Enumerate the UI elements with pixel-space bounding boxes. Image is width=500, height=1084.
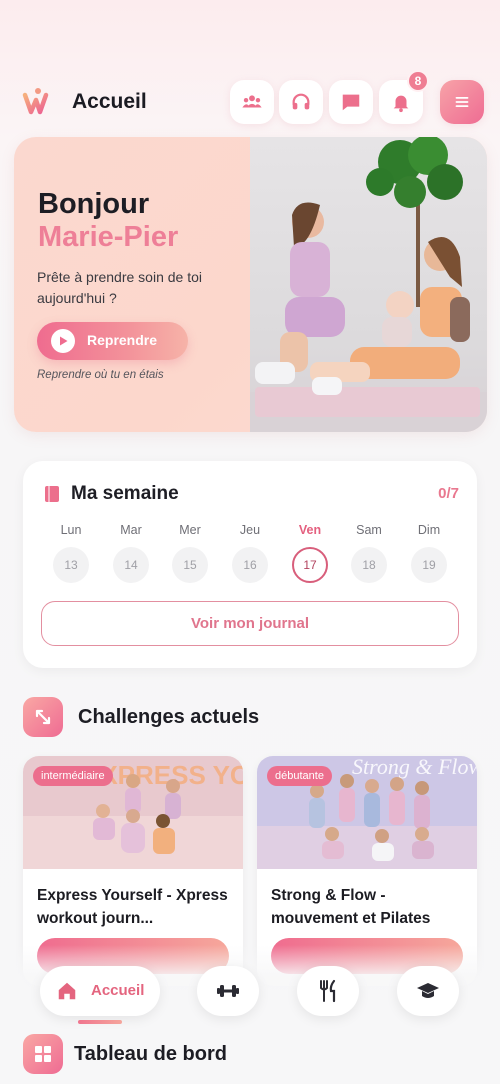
community-button[interactable] <box>230 80 274 124</box>
view-journal-button[interactable]: Voir mon journal <box>41 601 459 646</box>
bell-icon <box>393 95 409 113</box>
nav-nutrition-tab[interactable] <box>297 966 359 1016</box>
hero-note: Reprendre où tu en étais <box>37 369 164 381</box>
day-number: 14 <box>113 547 149 583</box>
day-saturday[interactable]: Sam 18 <box>349 523 389 583</box>
day-tuesday[interactable]: Mar 14 <box>111 523 151 583</box>
day-name: Jeu <box>239 523 261 537</box>
day-number: 16 <box>232 547 268 583</box>
menu-icon <box>455 96 469 108</box>
challenges-section-icon <box>23 697 63 737</box>
difficulty-badge: intermédiaire <box>33 766 113 786</box>
day-name: Sam <box>356 523 382 537</box>
hero-photo <box>250 137 487 432</box>
resume-label: Reprendre <box>87 332 158 348</box>
app-logo <box>22 88 49 115</box>
day-number: 18 <box>351 547 387 583</box>
resume-button[interactable]: Reprendre <box>37 322 188 360</box>
chat-button[interactable] <box>329 80 373 124</box>
journal-icon <box>45 486 59 502</box>
day-number: 19 <box>411 547 447 583</box>
day-friday-today[interactable]: Ven 17 <box>290 523 330 583</box>
hero-greeting: Bonjour <box>38 188 150 220</box>
day-name: Mar <box>120 523 142 537</box>
chat-icon <box>342 94 360 111</box>
notifications-button[interactable]: 8 <box>379 70 429 124</box>
expand-arrows-icon <box>35 709 51 725</box>
audio-button[interactable] <box>279 80 323 124</box>
nav-active-indicator <box>78 1020 122 1024</box>
challenge-banner-text: Strong & Flow <box>352 756 477 779</box>
day-number: 17 <box>292 547 328 583</box>
community-icon <box>242 95 262 108</box>
week-title: Ma semaine <box>71 483 179 504</box>
nav-workouts-tab[interactable] <box>197 966 259 1016</box>
day-name: Lun <box>60 523 82 537</box>
day-name: Dim <box>417 523 441 537</box>
week-progress-count: 0/7 <box>438 485 459 502</box>
graduation-cap-icon <box>417 983 439 998</box>
day-number: 15 <box>172 547 208 583</box>
hero-user-name: Marie-Pier <box>38 221 179 253</box>
dashboard-section-icon <box>23 1034 63 1074</box>
play-icon <box>51 329 75 353</box>
headphones-icon <box>292 93 310 110</box>
challenge-title: Express Yourself - Xpress workout journ.… <box>37 887 228 927</box>
challenges-title: Challenges actuels <box>78 706 260 728</box>
nav-home-label: Accueil <box>91 982 145 999</box>
page-title: Accueil <box>72 90 147 113</box>
week-card: Ma semaine 0/7 Lun 13 Mar 14 Mer 15 Jeu … <box>23 461 477 668</box>
app-header: Accueil 8 <box>0 70 500 126</box>
menu-button[interactable] <box>440 80 484 124</box>
nav-home-tab[interactable]: Accueil <box>40 966 160 1016</box>
day-number: 13 <box>53 547 89 583</box>
nav-education-tab[interactable] <box>397 966 459 1016</box>
dashboard-icon <box>35 1046 51 1062</box>
notification-badge: 8 <box>407 70 429 92</box>
day-thursday[interactable]: Jeu 16 <box>230 523 270 583</box>
home-icon <box>58 982 76 1000</box>
hero-card: Bonjour Marie-Pier Prête à prendre soin … <box>14 137 487 432</box>
hero-subtitle: Prête à prendre soin de toi aujourd'hui … <box>37 269 202 306</box>
utensils-icon <box>320 979 336 1003</box>
day-name: Mer <box>179 523 201 537</box>
day-monday[interactable]: Lun 13 <box>51 523 91 583</box>
difficulty-badge: débutante <box>267 766 332 786</box>
challenge-title: Strong & Flow - mouvement et Pilates <box>271 887 431 927</box>
day-wednesday[interactable]: Mer 15 <box>170 523 210 583</box>
day-sunday[interactable]: Dim 19 <box>409 523 449 583</box>
dumbbell-icon <box>217 985 239 997</box>
day-name: Ven <box>298 523 322 537</box>
dashboard-title: Tableau de bord <box>74 1043 227 1065</box>
